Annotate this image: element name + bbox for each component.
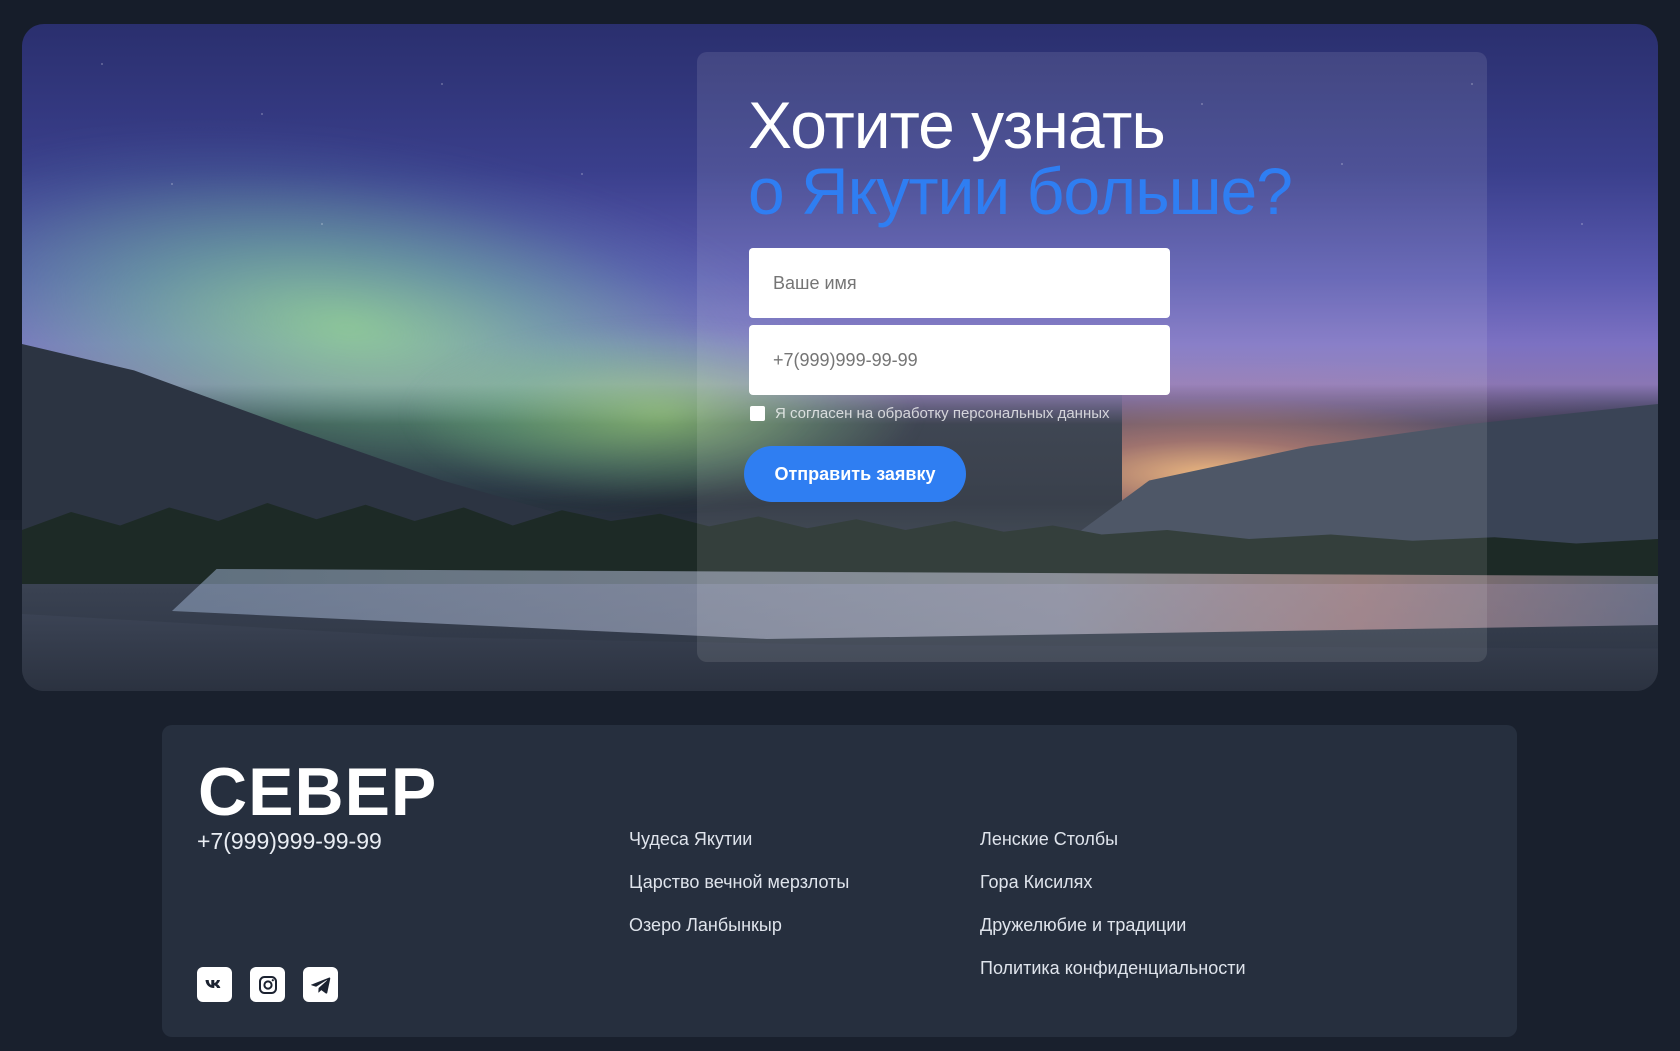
footer-link[interactable]: Царство вечной мерзлоты	[629, 872, 849, 893]
footer-links-col1: Чудеса Якутии Царство вечной мерзлоты Оз…	[629, 829, 849, 936]
brand-logo[interactable]: СЕВЕР	[198, 753, 437, 831]
footer-link[interactable]: Ленские Столбы	[980, 829, 1246, 850]
name-input[interactable]	[749, 248, 1170, 318]
instagram-icon[interactable]	[250, 967, 285, 1002]
hero-heading: Хотите узнать о Якутии больше?	[748, 92, 1388, 224]
privacy-policy-link[interactable]: Политика конфиденциальности	[980, 958, 1246, 979]
phone-input[interactable]	[749, 325, 1170, 395]
social-links	[197, 967, 338, 1002]
footer-link[interactable]: Чудеса Якутии	[629, 829, 849, 850]
footer: СЕВЕР +7(999)999-99-99 Чудеса Якутии Цар…	[162, 725, 1517, 1037]
footer-link[interactable]: Гора Кисилях	[980, 872, 1246, 893]
consent-label: Я согласен на обработку персональных дан…	[775, 405, 1110, 422]
footer-link[interactable]: Дружелюбие и традиции	[980, 915, 1246, 936]
telegram-icon[interactable]	[303, 967, 338, 1002]
checkbox-box[interactable]	[750, 406, 765, 421]
hero-heading-line2: о Якутии больше?	[748, 154, 1293, 228]
vk-icon[interactable]	[197, 967, 232, 1002]
footer-links-col2: Ленские Столбы Гора Кисилях Дружелюбие и…	[980, 829, 1246, 979]
consent-checkbox[interactable]: Я согласен на обработку персональных дан…	[750, 405, 1110, 422]
submit-button[interactable]: Отправить заявку	[744, 446, 966, 502]
footer-phone[interactable]: +7(999)999-99-99	[197, 828, 382, 855]
hero-heading-line1: Хотите узнать	[748, 88, 1166, 162]
footer-link[interactable]: Озеро Ланбынкыр	[629, 915, 849, 936]
